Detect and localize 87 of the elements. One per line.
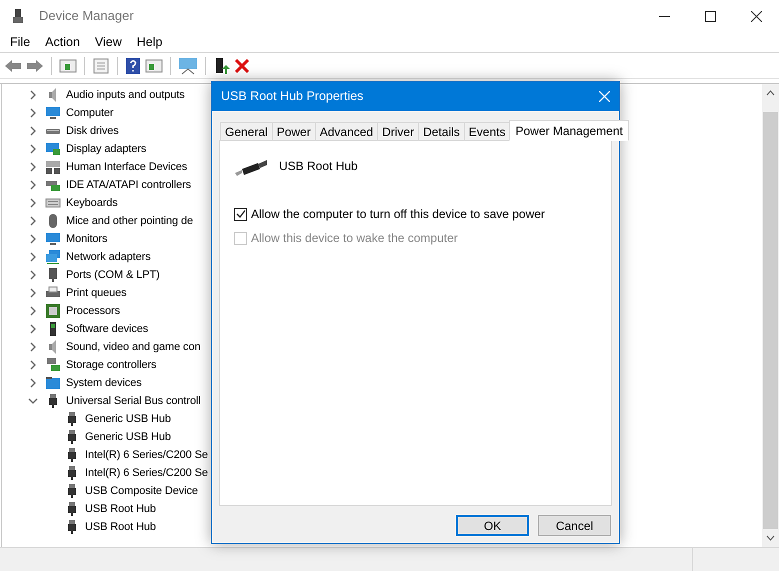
chevron-right-icon[interactable] bbox=[28, 252, 38, 262]
chevron-right-icon[interactable] bbox=[28, 198, 38, 208]
monitor-icon[interactable] bbox=[178, 56, 198, 74]
tree-item[interactable]: USB Root Hub bbox=[85, 518, 156, 536]
tab[interactable]: General bbox=[220, 122, 272, 140]
tree-item[interactable]: Intel(R) 6 Series/C200 Se bbox=[85, 464, 208, 482]
checkbox[interactable] bbox=[234, 208, 247, 220]
chevron-right-icon[interactable] bbox=[28, 360, 38, 370]
chevron-right-icon[interactable] bbox=[28, 378, 38, 388]
checkmark-icon bbox=[236, 209, 246, 219]
forward-arrow-icon[interactable] bbox=[26, 58, 44, 74]
chevron-right-icon[interactable] bbox=[28, 126, 38, 136]
delete-icon[interactable] bbox=[235, 58, 249, 72]
monitor-icon bbox=[45, 141, 61, 157]
chevron-down-icon[interactable] bbox=[28, 396, 38, 406]
tree-item[interactable]: Mice and other pointing de bbox=[66, 212, 194, 230]
scrollbar[interactable] bbox=[762, 84, 779, 547]
back-arrow-icon[interactable] bbox=[4, 58, 22, 74]
tree-item[interactable]: USB Composite Device bbox=[85, 482, 198, 500]
usb-cable-icon bbox=[234, 158, 268, 178]
dialog-button[interactable]: Cancel bbox=[538, 515, 611, 536]
scroll-up-icon[interactable] bbox=[766, 90, 775, 96]
tab[interactable]: Driver bbox=[377, 122, 418, 140]
maximize-icon bbox=[704, 10, 716, 22]
tree-item[interactable]: Network adapters bbox=[66, 248, 151, 266]
chevron-right-icon[interactable] bbox=[28, 234, 38, 244]
chevron-right-icon[interactable] bbox=[28, 180, 38, 190]
monitor-icon bbox=[45, 231, 61, 247]
menu-item[interactable]: Help bbox=[132, 32, 168, 52]
tree-item[interactable]: Software devices bbox=[66, 320, 148, 338]
chevron-right-icon[interactable] bbox=[28, 270, 38, 280]
tree-item[interactable]: Universal Serial Bus controll bbox=[66, 392, 201, 410]
tree-item[interactable]: Generic USB Hub bbox=[85, 410, 171, 428]
tree-item[interactable]: Display adapters bbox=[66, 140, 146, 158]
chip-icon bbox=[45, 303, 61, 319]
menu-item[interactable]: File bbox=[5, 32, 36, 52]
chevron-right-icon[interactable] bbox=[28, 90, 38, 100]
scroll-down-icon[interactable] bbox=[766, 535, 775, 541]
tree-item[interactable]: Computer bbox=[66, 104, 114, 122]
document-icon[interactable] bbox=[92, 58, 110, 74]
tree-item[interactable]: Monitors bbox=[66, 230, 108, 248]
tree-item[interactable]: System devices bbox=[66, 374, 142, 392]
close-icon bbox=[598, 91, 610, 102]
chevron-right-icon[interactable] bbox=[28, 162, 38, 172]
tree-item[interactable]: Disk drives bbox=[66, 122, 119, 140]
folder-icon bbox=[45, 375, 61, 391]
chevron-right-icon[interactable] bbox=[28, 144, 38, 154]
window-title: Device Manager bbox=[39, 7, 134, 26]
checkbox-label: Allow the computer to turn off this device to save power bbox=[251, 206, 545, 223]
chevron-right-icon[interactable] bbox=[28, 342, 38, 352]
tree-item[interactable]: Audio inputs and outputs bbox=[66, 86, 185, 104]
tree-item[interactable]: Keyboards bbox=[66, 194, 118, 212]
tab[interactable]: Advanced bbox=[314, 122, 378, 140]
tab[interactable]: Power Management bbox=[509, 120, 629, 141]
network-icon bbox=[45, 249, 61, 265]
menu-item[interactable]: View bbox=[90, 32, 127, 52]
chevron-right-icon[interactable] bbox=[28, 216, 38, 226]
device-add-icon[interactable] bbox=[213, 56, 231, 74]
menu-item[interactable]: Action bbox=[40, 32, 85, 52]
tree-item[interactable]: Intel(R) 6 Series/C200 Se bbox=[85, 446, 208, 464]
storage-icon bbox=[45, 357, 61, 373]
panel-icon[interactable] bbox=[59, 58, 77, 74]
tab[interactable]: Power bbox=[272, 122, 315, 140]
dialog-button[interactable]: OK bbox=[456, 515, 529, 536]
computer-icon bbox=[10, 8, 26, 24]
tree-item[interactable]: Storage controllers bbox=[66, 356, 156, 374]
tree-item[interactable]: Human Interface Devices bbox=[66, 158, 188, 176]
help-icon[interactable] bbox=[125, 56, 141, 74]
panel-icon[interactable] bbox=[145, 58, 163, 74]
tree-item[interactable]: Sound, video and game con bbox=[66, 338, 200, 356]
tree-item[interactable]: Print queues bbox=[66, 284, 127, 302]
tree-item[interactable]: USB Root Hub bbox=[85, 500, 156, 518]
device-name: USB Root Hub bbox=[279, 158, 358, 175]
chevron-right-icon[interactable] bbox=[28, 288, 38, 298]
chevron-right-icon[interactable] bbox=[28, 108, 38, 118]
tree-item[interactable]: Processors bbox=[66, 302, 120, 320]
chevron-right-icon[interactable] bbox=[28, 306, 38, 316]
tree-item[interactable]: Ports (COM & LPT) bbox=[66, 266, 160, 284]
checkbox-label: Allow this device to wake the computer bbox=[251, 230, 458, 247]
chevron-right-icon[interactable] bbox=[28, 324, 38, 334]
tree-item[interactable]: IDE ATA/ATAPI controllers bbox=[66, 176, 192, 194]
tab[interactable]: Details bbox=[418, 122, 464, 140]
dialog-title: USB Root Hub Properties bbox=[221, 88, 364, 106]
monitor-icon bbox=[45, 105, 61, 121]
close-icon bbox=[750, 10, 762, 22]
tree-item[interactable]: Generic USB Hub bbox=[85, 428, 171, 446]
tab[interactable]: Events bbox=[464, 122, 510, 140]
